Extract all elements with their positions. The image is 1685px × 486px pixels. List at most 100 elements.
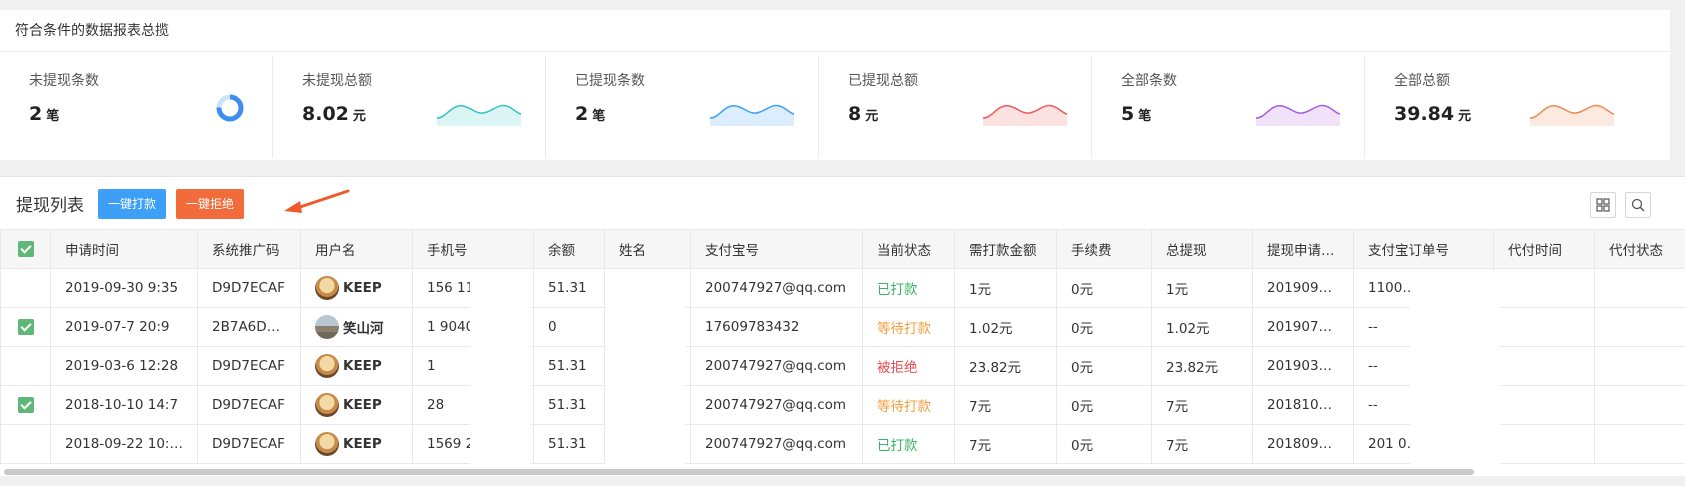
cell-total: 7元 (1151, 385, 1253, 425)
cell-apply-no: 2019093… (1252, 268, 1354, 308)
row-checkbox[interactable] (0, 268, 51, 308)
grid-icon (1596, 198, 1610, 212)
column-header[interactable]: 需打款金额 (954, 229, 1057, 269)
row-checkbox[interactable] (0, 385, 51, 425)
column-header[interactable]: 代付状态 (1594, 229, 1685, 269)
cell-total: 1.02元 (1151, 307, 1253, 347)
cell-fee: 0元 (1056, 268, 1152, 308)
cell-code: D9D7ECAF (197, 385, 301, 425)
avatar (315, 276, 339, 300)
withdraw-list-panel: 提现列表 一键打款 一键拒绝 申请时间 系统推广码 用户名 手机号 余额 姓名 … (0, 176, 1685, 476)
cell-fee: 0元 (1056, 307, 1152, 347)
cell-user: KEEP (300, 346, 413, 386)
cell-apply-no: 2019030… (1252, 346, 1354, 386)
reject-all-button[interactable]: 一键拒绝 (176, 189, 245, 219)
horizontal-scrollbar[interactable] (4, 469, 1474, 475)
cell-alipay: 17609783432 (690, 307, 863, 347)
cell-pay-status (1594, 307, 1685, 347)
cell-time: 2018-09-22 10:31 (50, 424, 198, 464)
cell-fee: 0元 (1056, 385, 1152, 425)
avatar (315, 393, 339, 417)
cell-amount: 23.82元 (954, 346, 1057, 386)
column-header[interactable]: 申请时间 (50, 229, 198, 269)
cell-total: 7元 (1151, 424, 1253, 464)
cell-status: 等待打款 (862, 385, 955, 425)
stat-label: 未提现条数 (29, 73, 99, 89)
pay-all-button[interactable]: 一键打款 (98, 189, 167, 219)
cell-balance: 51.31 (533, 346, 605, 386)
column-header[interactable]: 余额 (533, 229, 605, 269)
list-title: 提现列表 (16, 196, 84, 216)
cell-alipay: 200747927@qq.com (690, 268, 863, 308)
cell-balance: 0 (533, 307, 605, 347)
status-badge: 被拒绝 (877, 360, 918, 376)
avatar (315, 432, 339, 456)
cell-pay-time (1493, 346, 1595, 386)
stat-label: 全部总额 (1394, 73, 1450, 89)
cell-pay-time (1493, 424, 1595, 464)
cell-pay-status (1594, 424, 1685, 464)
column-header[interactable]: 支付宝号 (690, 229, 863, 269)
sparkline-icon (983, 104, 1067, 126)
cell-status: 被拒绝 (862, 346, 955, 386)
cell-user: KEEP (300, 385, 413, 425)
cell-alipay: 200747927@qq.com (690, 346, 863, 386)
select-all-checkbox[interactable] (0, 229, 51, 269)
username: KEEP (343, 397, 382, 413)
privacy-mask (470, 271, 530, 465)
row-checkbox[interactable] (0, 307, 51, 347)
column-header[interactable]: 手机号 (412, 229, 534, 269)
username: KEEP (343, 358, 382, 374)
arrow-annotation-icon (284, 189, 350, 213)
row-checkbox[interactable] (0, 424, 51, 464)
cell-total: 23.82元 (1151, 346, 1253, 386)
cell-amount: 1.02元 (954, 307, 1057, 347)
cell-balance: 51.31 (533, 424, 605, 464)
summary-title: 符合条件的数据报表总揽 (0, 10, 1670, 52)
stat-label: 未提现总额 (302, 73, 372, 89)
stat-card-unwithdrawn-count: 未提现条数 2笔 (0, 56, 273, 158)
column-toggle-button[interactable] (1590, 192, 1616, 218)
cell-balance: 51.31 (533, 268, 605, 308)
cell-code: D9D7ECAF (197, 424, 301, 464)
cell-amount: 1元 (954, 268, 1057, 308)
stat-label: 已提现总额 (848, 73, 918, 89)
status-badge: 等待打款 (877, 321, 931, 337)
search-toggle-button[interactable] (1625, 192, 1651, 218)
stat-label: 已提现条数 (575, 73, 645, 89)
column-header[interactable]: 手续费 (1056, 229, 1152, 269)
cell-apply-no: 2018092… (1252, 424, 1354, 464)
cell-amount: 7元 (954, 385, 1057, 425)
cell-status: 已打款 (862, 268, 955, 308)
column-header[interactable]: 支付宝订单号 (1353, 229, 1494, 269)
cell-pay-time (1493, 385, 1595, 425)
cell-apply-no: 2019070… (1252, 307, 1354, 347)
cell-fee: 0元 (1056, 346, 1152, 386)
stat-card-withdrawn-amount: 已提现总额 8元 (819, 56, 1092, 158)
cell-code: D9D7ECAF (197, 268, 301, 308)
cell-balance: 51.31 (533, 385, 605, 425)
list-toolbar: 提现列表 一键打款 一键拒绝 (0, 177, 1685, 229)
cell-user: KEEP (300, 424, 413, 464)
row-checkbox[interactable] (0, 346, 51, 386)
search-icon (1631, 198, 1645, 212)
sparkline-icon (1256, 104, 1340, 126)
status-badge: 已打款 (877, 282, 918, 298)
cell-fee: 0元 (1056, 424, 1152, 464)
column-header[interactable]: 代付时间 (1493, 229, 1595, 269)
column-header[interactable]: 当前状态 (862, 229, 955, 269)
cell-status: 等待打款 (862, 307, 955, 347)
username: 笑山河 (343, 321, 384, 337)
cell-pay-time (1493, 307, 1595, 347)
avatar (315, 354, 339, 378)
username: KEEP (343, 280, 382, 296)
column-header[interactable]: 系统推广码 (197, 229, 301, 269)
cell-alipay: 200747927@qq.com (690, 385, 863, 425)
table-header-row: 申请时间 系统推广码 用户名 手机号 余额 姓名 支付宝号 当前状态 需打款金额… (0, 229, 1685, 269)
column-header[interactable]: 总提现 (1151, 229, 1253, 269)
column-header[interactable]: 姓名 (604, 229, 691, 269)
column-header[interactable]: 提现申请… (1252, 229, 1354, 269)
column-header[interactable]: 用户名 (300, 229, 413, 269)
cell-time: 2019-09-30 9:35 (50, 268, 198, 308)
cell-user: KEEP (300, 268, 413, 308)
